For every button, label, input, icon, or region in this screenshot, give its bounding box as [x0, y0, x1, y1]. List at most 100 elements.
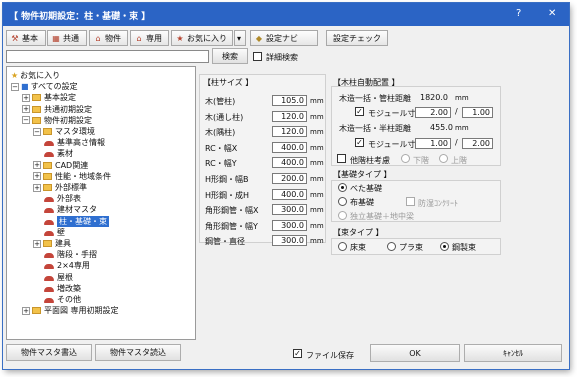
save-file-checkbox[interactable]: ✓ [293, 349, 302, 358]
close-button[interactable]: ✕ [548, 8, 556, 19]
tree-item[interactable]: 基準高さ情報 [44, 137, 105, 148]
collapse-icon[interactable]: − [33, 127, 41, 136]
setting-icon [44, 195, 55, 203]
toolbar-button-label: 基本 [22, 33, 38, 43]
tree-item[interactable]: − 物件初期設定 [22, 115, 92, 126]
tree-item[interactable]: 階段・手摺 [44, 249, 97, 260]
house-icon: ⌂ [136, 33, 142, 43]
strut-label-floor: 床束 [350, 243, 366, 252]
tree-item[interactable]: + 平面図 専用初期設定 [22, 305, 119, 316]
search-button[interactable]: 検索 [212, 48, 248, 64]
strut-radio-floor[interactable] [338, 242, 347, 251]
pillar-size-input[interactable]: 200.0 [272, 173, 307, 184]
master-write-button[interactable]: 物件マスタ書込 [6, 344, 92, 361]
settings-navi-button[interactable]: ◆ 設定ナビ [250, 30, 318, 46]
module2-a-input[interactable]: 1.00 [415, 138, 451, 149]
pillar-size-unit: mm [310, 143, 324, 152]
pillar-size-input[interactable]: 400.0 [272, 157, 307, 169]
expand-icon[interactable]: + [33, 239, 41, 248]
tree-item[interactable]: 柱・基礎・束 [44, 215, 109, 227]
tree-item[interactable]: 素材 [44, 148, 73, 159]
tree-item[interactable]: + 性能・地域条件 [33, 171, 111, 182]
pillar-size-input[interactable]: 300.0 [272, 219, 307, 231]
tree-item-label: 増改築 [57, 283, 81, 293]
save-file-label: ファイル保存 [306, 351, 354, 360]
tree-item[interactable]: + 共通初期設定 [22, 104, 92, 115]
toolbar-button[interactable]: ⌂ 専用 [130, 30, 169, 46]
waterproof-checkbox[interactable] [406, 197, 415, 206]
tree-item[interactable]: + 建具 [33, 238, 71, 249]
foundation-radio-mat[interactable] [338, 183, 347, 192]
tree-item[interactable]: その他 [44, 294, 81, 305]
tree-item[interactable]: 外部表 [44, 193, 81, 204]
foundation-radio-strip[interactable] [338, 197, 347, 206]
strut-radio-steel[interactable] [440, 242, 449, 251]
tree-item[interactable]: 屋根 [44, 272, 73, 283]
expand-icon[interactable]: + [22, 306, 30, 315]
collapse-icon[interactable]: − [11, 82, 19, 91]
favorites-dropdown[interactable]: ▾ [234, 30, 246, 46]
tree-item-label: 性能・地域条件 [55, 171, 111, 181]
tree-item[interactable]: 増改築 [44, 283, 81, 294]
tree-item[interactable]: + CAD関連 [33, 160, 88, 171]
toolbar-button-label: 専用 [146, 33, 162, 43]
expand-icon[interactable]: + [22, 105, 30, 114]
tree-item[interactable]: 壁 [44, 227, 65, 238]
pillar-size-input[interactable]: 300.0 [272, 204, 307, 216]
module2-checkbox[interactable]: ✓ [355, 138, 364, 147]
pillar-size-input[interactable]: 105.0 [272, 95, 307, 106]
tree-item-label: 物件初期設定 [44, 115, 92, 125]
strut-radio-plastic[interactable] [387, 242, 396, 251]
module-a-input[interactable]: 2.00 [415, 107, 451, 118]
pillar-size-label: H形鋼・成H [205, 190, 250, 200]
tree-item-label: 共通初期設定 [44, 104, 92, 114]
toolbar-button-label: 物件 [105, 33, 121, 43]
other-floor-checkbox[interactable] [337, 154, 346, 163]
tree-item[interactable]: 2×4専用 [44, 260, 90, 271]
tree-item-label: CAD関連 [55, 160, 89, 170]
strut-label-plastic: プラ束 [399, 243, 423, 252]
expand-icon[interactable]: + [22, 93, 30, 102]
settings-navi-label: 設定ナビ [266, 33, 298, 43]
help-button[interactable]: ? [516, 8, 521, 19]
tree-item[interactable]: + 外部標準 [33, 182, 87, 193]
settings-check-button[interactable]: 設定チェック [326, 30, 388, 46]
collapse-icon[interactable]: − [22, 116, 30, 125]
folder-icon [32, 94, 41, 102]
tree-item[interactable]: − マスタ環境 [33, 126, 95, 137]
module2-b-input[interactable]: 2.00 [462, 138, 493, 149]
foundation-label-mat: べた基礎 [350, 184, 382, 193]
toolbar-button[interactable]: ⌂ 物件 [89, 30, 128, 46]
lower-floor-radio[interactable] [401, 154, 410, 163]
master-read-button[interactable]: 物件マスタ読込 [95, 344, 181, 361]
tree-item[interactable]: 建材マスタ [44, 204, 97, 215]
pillar-size-input[interactable]: 120.0 [272, 126, 307, 138]
folder-icon [32, 116, 41, 124]
slash-text: / [455, 138, 458, 147]
cancel-button[interactable]: ｷｬﾝｾﾙ [464, 344, 562, 362]
expand-icon[interactable]: + [33, 172, 41, 181]
tree-item[interactable]: + 基本設定 [22, 92, 76, 103]
module-checkbox[interactable]: ✓ [355, 107, 364, 116]
toolbar-button[interactable]: ▦ 共通 [47, 30, 87, 46]
pillar-size-input[interactable]: 120.0 [272, 110, 307, 122]
pillar-size-label: 角形鋼管・幅Y [205, 221, 258, 231]
foundation-radio-isolated[interactable] [338, 211, 347, 220]
upper-floor-radio[interactable] [439, 154, 448, 163]
detail-search-checkbox[interactable] [253, 52, 262, 61]
ok-button[interactable]: OK [370, 344, 460, 362]
tree-item[interactable]: − ■ すべての設定 [11, 81, 78, 92]
expand-icon[interactable]: + [33, 183, 41, 192]
module-b-input[interactable]: 1.00 [462, 107, 493, 118]
toolbar-button[interactable]: ⚒ 基本 [6, 30, 46, 46]
pillar-size-unit: mm [310, 237, 324, 246]
toolbar-button[interactable]: ★ お気に入り [171, 30, 233, 46]
pillar-size-input[interactable]: 400.0 [272, 141, 307, 153]
search-input[interactable] [6, 50, 209, 63]
strut-label-steel: 鋼製束 [452, 243, 476, 252]
tree-item[interactable]: ★ お気に入り [11, 70, 60, 81]
pillar-size-input[interactable]: 300.0 [272, 235, 307, 247]
grid-icon: ▦ [52, 33, 60, 43]
expand-icon[interactable]: + [33, 161, 41, 170]
pillar-size-input[interactable]: 400.0 [272, 188, 307, 200]
